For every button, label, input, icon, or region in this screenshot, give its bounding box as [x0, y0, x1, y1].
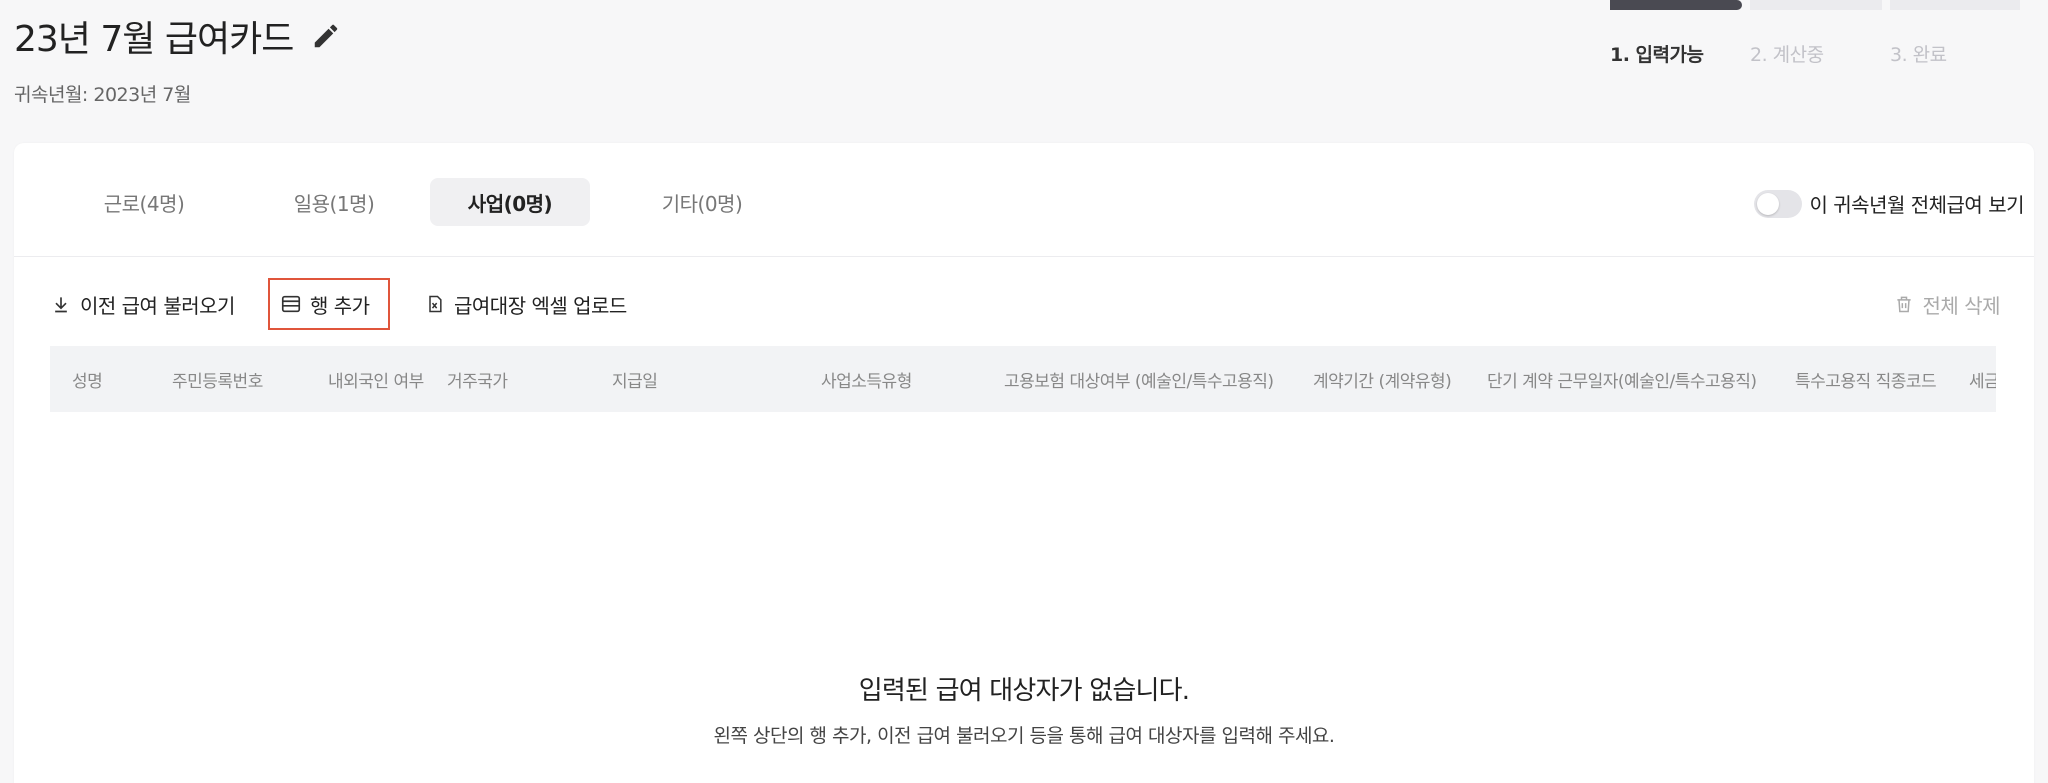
download-icon [50, 293, 72, 315]
step-bar [1890, 0, 2020, 10]
view-all-toggle[interactable] [1753, 189, 1802, 218]
view-all-toggle-group: 이 귀속년월 전체급여 보기 [1753, 189, 2025, 218]
delete-all-button[interactable]: 전체 삭제 [1893, 283, 2001, 325]
empty-state-description: 왼쪽 상단의 행 추가, 이전 급여 불러오기 등을 통해 급여 대상자를 입력… [713, 725, 1335, 747]
add-row-button[interactable]: 행 추가 [268, 278, 390, 330]
table-toolbar: 이전 급여 불러오기 행 추가 급여대장 엑셀 업로드 전체 삭제 [50, 278, 2001, 330]
load-previous-button[interactable]: 이전 급여 불러오기 [50, 283, 235, 325]
tab-daily[interactable]: 일용(1명) [254, 178, 414, 226]
step-calculating: 2. 계산중 [1750, 0, 1882, 66]
column-header-business-income-type[interactable]: 사업소득유형 [821, 346, 912, 412]
column-header-employment-insurance[interactable]: 고용보험 대상여부 (예술인/특수고용직) [1004, 346, 1274, 412]
column-header-special-job-code[interactable]: 특수고용직 직종코드 [1795, 346, 1937, 412]
page-title: 23년 7월 급여카드 [14, 19, 294, 60]
column-header-short-term-workdays[interactable]: 단기 계약 근무일자(예술인/특수고용직) [1487, 346, 1757, 412]
column-header-tax[interactable]: 세금 [1969, 346, 1996, 412]
step-label: 3. 완료 [1890, 44, 1947, 66]
column-header-nationality[interactable]: 내외국인 여부 [328, 346, 424, 412]
step-label: 2. 계산중 [1750, 44, 1824, 66]
step-bar [1610, 0, 1742, 10]
table-header: 성명 주민등록번호 내외국인 여부 거주국가 지급일 사업소득유형 고용보험 대… [50, 346, 1996, 412]
empty-state-title: 입력된 급여 대상자가 없습니다. [858, 676, 1190, 706]
load-previous-label: 이전 급여 불러오기 [80, 293, 235, 318]
column-header-residence-country[interactable]: 거주국가 [447, 346, 508, 412]
step-label: 1. 입력가능 [1610, 44, 1704, 66]
rows-icon [280, 293, 302, 315]
excel-upload-button[interactable]: 급여대장 엑셀 업로드 [424, 283, 627, 325]
tab-business[interactable]: 사업(0명) [430, 178, 590, 226]
period-subtitle: 귀속년월: 2023년 7월 [14, 84, 191, 106]
step-input-available: 1. 입력가능 [1610, 0, 1742, 66]
excel-upload-label: 급여대장 엑셀 업로드 [454, 293, 627, 318]
tabs-row: 근로(4명) 일용(1명) 사업(0명) 기타(0명) 이 귀속년월 전체급여 … [14, 143, 2034, 257]
title-row: 23년 7월 급여카드 [14, 10, 341, 62]
tab-employment[interactable]: 근로(4명) [64, 178, 224, 226]
page-header: 23년 7월 급여카드 귀속년월: 2023년 7월 [14, 10, 341, 107]
column-header-resident-number[interactable]: 주민등록번호 [172, 346, 263, 412]
delete-all-label: 전체 삭제 [1922, 293, 2001, 318]
step-complete: 3. 완료 [1890, 0, 2020, 66]
column-header-pay-date[interactable]: 지급일 [612, 346, 658, 412]
toggle-knob [1756, 192, 1779, 215]
pencil-icon[interactable] [311, 21, 341, 51]
column-header-name[interactable]: 성명 [72, 346, 103, 412]
empty-state: 입력된 급여 대상자가 없습니다. 왼쪽 상단의 행 추가, 이전 급여 불러오… [0, 670, 2048, 748]
tab-other[interactable]: 기타(0명) [622, 178, 782, 226]
progress-stepper: 1. 입력가능 2. 계산중 3. 완료 [1610, 0, 2020, 70]
add-row-label: 행 추가 [310, 293, 370, 318]
toggle-label: 이 귀속년월 전체급여 보기 [1809, 193, 2025, 217]
step-bar [1750, 0, 1882, 10]
column-header-contract-period[interactable]: 계약기간 (계약유형) [1313, 346, 1452, 412]
trash-icon [1893, 293, 1915, 315]
excel-file-icon [424, 293, 446, 315]
